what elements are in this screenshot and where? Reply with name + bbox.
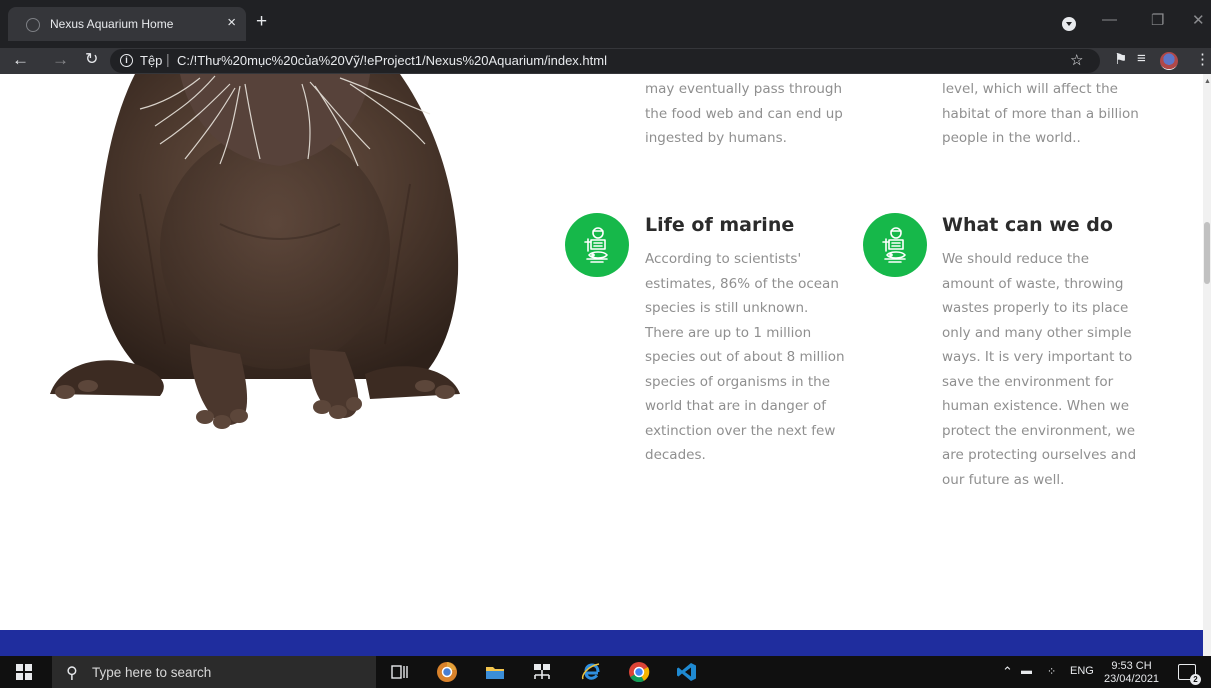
url-scheme-label: Tệp xyxy=(140,53,163,68)
notification-count-badge: 2 xyxy=(1190,674,1201,685)
chrome-icon[interactable] xyxy=(628,661,650,683)
diver-icon xyxy=(882,227,906,263)
tab-title: Nexus Aquarium Home xyxy=(50,17,174,31)
reload-icon[interactable]: ↻ xyxy=(85,50,98,70)
address-bar[interactable]: i Tệp | C:/!Thư%20mục%20của%20Vỹ/!eProje… xyxy=(110,49,1100,73)
windows-taskbar: ⚲ Type here to search ⌃ ▬ ⁘ ENG 9:53 CH xyxy=(0,656,1211,688)
menu-icon[interactable]: ⋮ xyxy=(1195,50,1210,68)
feature-title-what-can-we-do: What can we do xyxy=(942,214,1113,236)
taskbar-search-box[interactable]: ⚲ Type here to search xyxy=(52,656,376,688)
web-page: may eventually pass through the food web… xyxy=(0,74,1211,656)
language-indicator[interactable]: ENG xyxy=(1070,665,1094,677)
otter-image xyxy=(50,74,460,429)
vscode-icon[interactable] xyxy=(676,661,698,683)
reading-list-icon[interactable]: ≡ xyxy=(1137,50,1146,67)
clock-date: 23/04/2021 xyxy=(1104,673,1160,685)
clock-time: 9:53 CH xyxy=(1111,660,1152,672)
tray-overflow-icon[interactable]: ⌃ xyxy=(1002,664,1013,680)
notification-center-icon[interactable]: 2 xyxy=(1178,664,1201,685)
footer-band xyxy=(0,630,1203,656)
chrome-canary-icon[interactable] xyxy=(436,661,458,683)
new-tab-button[interactable]: + xyxy=(256,12,267,31)
task-view-icon[interactable] xyxy=(389,661,411,683)
feature-text-sea-level-end: level, which will affect the habitat of … xyxy=(942,81,1139,146)
windows-start-icon[interactable] xyxy=(16,664,32,680)
file-explorer-icon[interactable] xyxy=(484,661,506,683)
page-scrollbar[interactable]: ▲ xyxy=(1203,74,1211,656)
browser-toolbar: ← → ↻ i Tệp | C:/!Thư%20mục%20của%20Vỹ/!… xyxy=(0,48,1211,74)
scroll-up-icon[interactable]: ▲ xyxy=(1204,78,1211,85)
marine-life-badge xyxy=(565,213,629,277)
browser-tab-bar: Nexus Aquarium Home × + — ❐ ✕ xyxy=(0,0,1211,48)
feature-text-what-can-we-do: We should reduce the amount of waste, th… xyxy=(942,251,1137,488)
internet-explorer-icon[interactable] xyxy=(580,661,602,683)
search-icon: ⚲ xyxy=(66,665,78,682)
system-clock[interactable]: 9:53 CH 23/04/2021 xyxy=(1104,660,1159,686)
puzzle-icon[interactable]: ⚑ xyxy=(1114,50,1127,68)
url-separator: | xyxy=(166,51,170,67)
restore-icon[interactable]: ❐ xyxy=(1151,11,1164,29)
diver-icon xyxy=(584,227,608,263)
scrollbar-thumb[interactable] xyxy=(1204,222,1210,284)
star-icon[interactable]: ☆ xyxy=(1070,51,1083,69)
profile-avatar[interactable] xyxy=(1160,52,1178,70)
tab-close-button[interactable]: × xyxy=(227,14,236,31)
back-icon[interactable]: ← xyxy=(12,50,29,70)
close-window-icon[interactable]: ✕ xyxy=(1192,11,1205,29)
wifi-icon[interactable]: ⁘ xyxy=(1047,665,1056,678)
what-can-we-do-badge xyxy=(863,213,927,277)
minimize-icon[interactable]: — xyxy=(1102,11,1117,28)
feature-title-life-of-marine: Life of marine xyxy=(645,214,795,236)
info-icon[interactable]: i xyxy=(120,54,133,67)
browser-tab[interactable]: Nexus Aquarium Home × xyxy=(8,7,246,41)
tab-search-icon[interactable] xyxy=(1062,17,1076,31)
forward-icon[interactable]: → xyxy=(52,50,69,70)
feature-text-pollution-end: may eventually pass through the food web… xyxy=(645,81,843,146)
battery-icon[interactable]: ▬ xyxy=(1021,665,1032,677)
network-app-icon[interactable] xyxy=(531,661,553,683)
globe-icon xyxy=(26,18,40,32)
url-text[interactable]: C:/!Thư%20mục%20của%20Vỹ/!eProject1/Nexu… xyxy=(177,53,607,68)
feature-text-life-of-marine: According to scientists' estimates, 86% … xyxy=(645,251,845,463)
search-placeholder: Type here to search xyxy=(92,665,212,680)
